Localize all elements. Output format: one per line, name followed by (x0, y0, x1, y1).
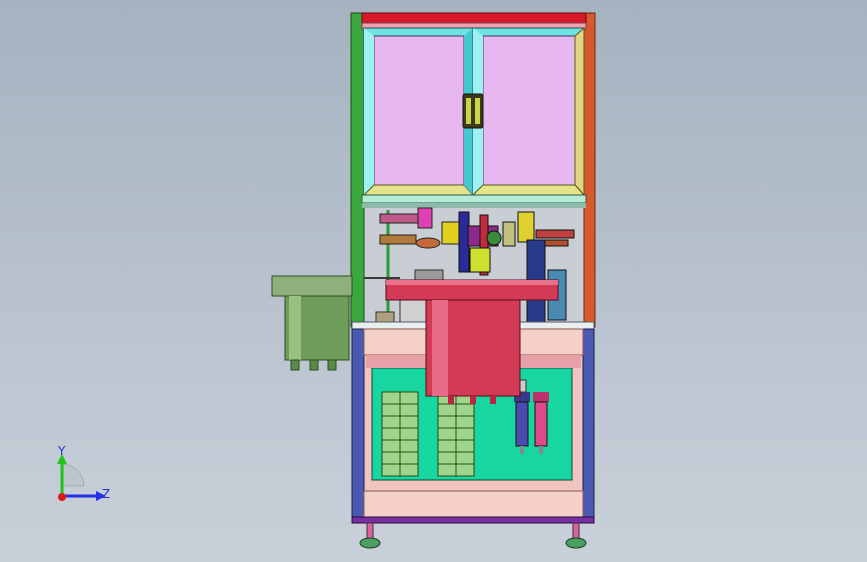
right-door[interactable] (471, 26, 586, 197)
terminal-block-right (437, 391, 475, 477)
terminal-block-left (381, 391, 419, 477)
view-orientation-triad[interactable]: Y Z (40, 436, 120, 516)
top-crossbar (361, 12, 587, 24)
bowl-feeder[interactable] (271, 275, 353, 371)
cabinet-left-post (351, 328, 365, 520)
cabinet-right-post (582, 328, 595, 520)
left-door[interactable] (362, 27, 475, 196)
triad-arc (61, 463, 85, 487)
frame-right-post (583, 12, 596, 328)
leveling-feet (359, 522, 587, 549)
machine-assembly[interactable] (271, 12, 596, 549)
x-axis-dot (58, 493, 66, 501)
cad-viewport[interactable] (0, 0, 867, 562)
frame-left-post (350, 12, 365, 328)
z-axis-label: Z (102, 487, 110, 501)
y-axis-label: Y (57, 444, 66, 458)
